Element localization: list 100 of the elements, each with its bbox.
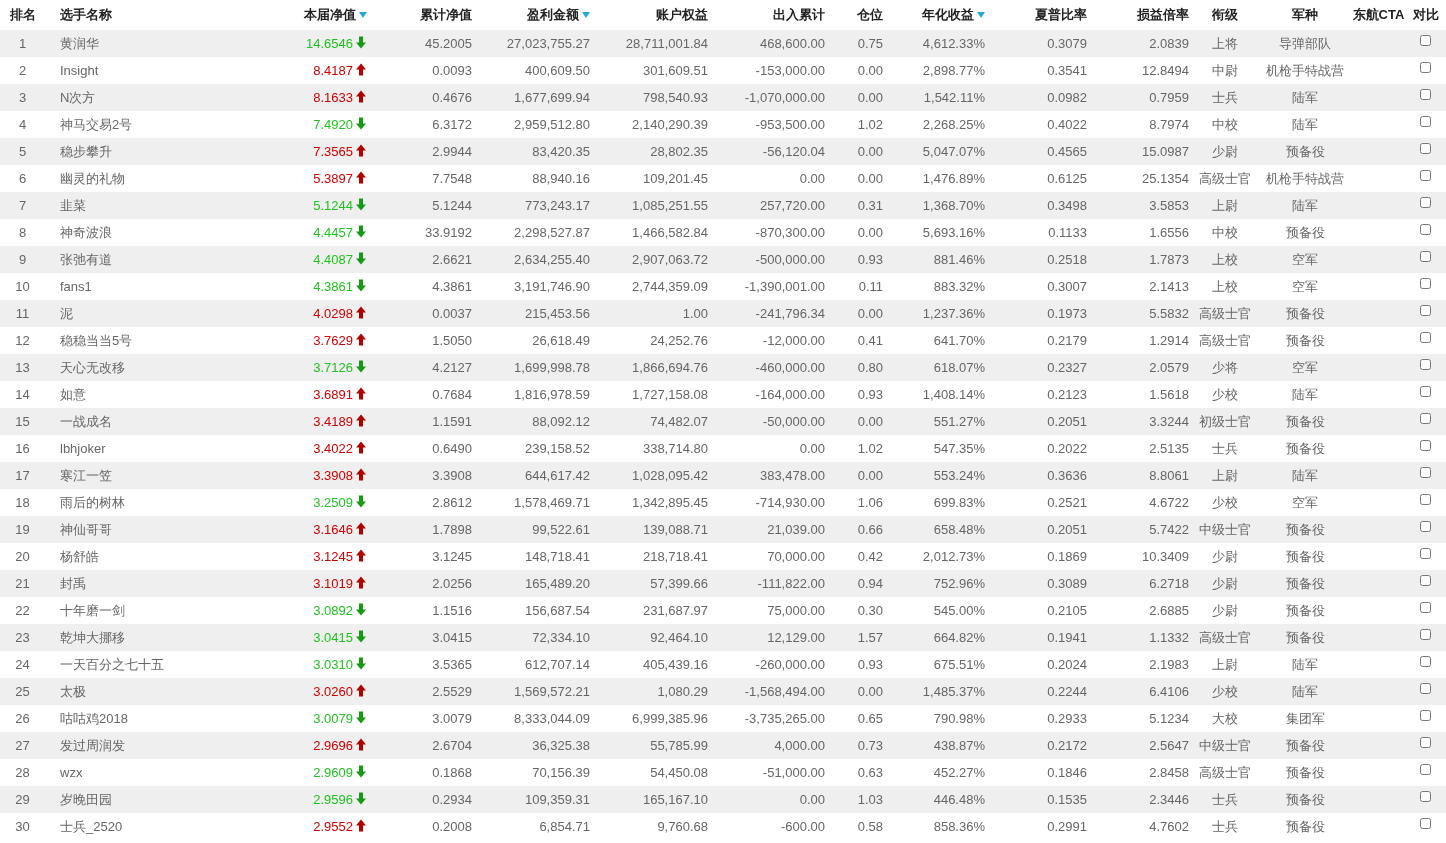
table-cell: 773,243.17	[524, 198, 590, 213]
compare-checkbox[interactable]	[1420, 116, 1431, 127]
table-cell: 545.00%	[933, 603, 985, 618]
compare-checkbox[interactable]	[1420, 143, 1431, 154]
column-header[interactable]: 年化收益	[922, 6, 974, 24]
table-cell: 26,618.49	[532, 333, 590, 348]
compare-checkbox[interactable]	[1420, 818, 1431, 829]
table-cell: 上校	[1212, 277, 1238, 296]
rank-text: 1	[18, 36, 27, 51]
compare-checkbox[interactable]	[1420, 413, 1431, 424]
compare-checkbox[interactable]	[1420, 629, 1431, 640]
table-cell: 5.1244	[432, 198, 472, 213]
compare-checkbox[interactable]	[1420, 467, 1431, 478]
compare-checkbox[interactable]	[1420, 575, 1431, 586]
table-cell: 上校	[1212, 250, 1238, 269]
compare-checkbox[interactable]	[1420, 440, 1431, 451]
table-cell: 3.1245	[432, 549, 472, 564]
net-value-text: 4.3861	[313, 279, 353, 294]
rank-text: 15	[15, 414, 30, 429]
table-cell: 88,092.12	[532, 414, 590, 429]
table-cell: 0.1869	[1047, 549, 1087, 564]
compare-checkbox[interactable]	[1420, 332, 1431, 343]
table-cell: 2.1983	[1149, 657, 1189, 672]
compare-checkbox[interactable]	[1420, 170, 1431, 181]
table-cell: 0.7684	[432, 387, 472, 402]
table-cell: 1,408.14%	[922, 387, 985, 402]
table-cell: 75,000.00	[767, 603, 825, 618]
net-value-text: 2.9609	[313, 765, 353, 780]
table-cell: 大校	[1212, 709, 1238, 728]
compare-checkbox[interactable]	[1420, 35, 1431, 46]
net-value-text: 3.1646	[313, 522, 353, 537]
table-cell: 0.4022	[1047, 117, 1087, 132]
compare-checkbox[interactable]	[1420, 548, 1431, 559]
player-name: N次方	[60, 88, 96, 107]
table-cell: 468,600.00	[759, 36, 825, 51]
table-cell: 6.2718	[1149, 576, 1189, 591]
column-header[interactable]: 本届净值	[304, 6, 356, 24]
player-name: wzx	[60, 765, 83, 780]
compare-checkbox[interactable]	[1420, 737, 1431, 748]
compare-checkbox[interactable]	[1420, 197, 1431, 208]
rank-text: 6	[18, 171, 27, 186]
player-name: 岁晚田园	[60, 790, 112, 809]
player-name: 一天百分之七十五	[60, 655, 164, 674]
table-cell: 少校	[1212, 493, 1238, 512]
sort-icon[interactable]	[582, 12, 590, 18]
rank-text: 9	[18, 252, 27, 267]
rank-text: 28	[15, 765, 30, 780]
table-cell: 2.6704	[432, 738, 472, 753]
player-name: 幽灵的礼物	[60, 169, 125, 188]
compare-checkbox[interactable]	[1420, 359, 1431, 370]
table-cell: 0.30	[857, 603, 883, 618]
compare-checkbox[interactable]	[1420, 62, 1431, 73]
table-cell: 3.0415	[432, 630, 472, 645]
compare-checkbox[interactable]	[1420, 251, 1431, 262]
compare-checkbox[interactable]	[1420, 305, 1431, 316]
table-cell: 4.3861	[432, 279, 472, 294]
table-cell: 高级士官	[1199, 763, 1251, 782]
table-cell: 1,578,469.71	[514, 495, 590, 510]
compare-checkbox[interactable]	[1420, 656, 1431, 667]
table-cell: 2.5647	[1149, 738, 1189, 753]
table-cell: 438.87%	[933, 738, 985, 753]
column-header: 衔级	[1212, 6, 1238, 24]
table-cell: 55,785.99	[650, 738, 708, 753]
table-cell: 0.00	[799, 441, 825, 456]
table-cell: 2.5529	[432, 684, 472, 699]
table-cell: 0.2105	[1047, 603, 1087, 618]
compare-checkbox[interactable]	[1420, 683, 1431, 694]
table-cell: 2.6885	[1149, 603, 1189, 618]
rank-text: 3	[18, 90, 27, 105]
player-name: 神仙哥哥	[60, 520, 112, 539]
table-cell: 383,478.00	[759, 468, 825, 483]
table-cell: 0.6125	[1047, 171, 1087, 186]
table-cell: 0.3089	[1047, 576, 1087, 591]
table-cell: 0.2521	[1047, 495, 1087, 510]
rank-text: 11	[15, 306, 30, 321]
sort-icon[interactable]	[359, 12, 367, 18]
compare-checkbox[interactable]	[1420, 89, 1431, 100]
compare-checkbox[interactable]	[1420, 602, 1431, 613]
table-cell: 0.4565	[1047, 144, 1087, 159]
compare-checkbox[interactable]	[1420, 278, 1431, 289]
table-cell: 3,191,746.90	[514, 279, 590, 294]
sort-icon[interactable]	[977, 12, 985, 18]
table-cell: 预备役	[1285, 763, 1325, 782]
net-value-text: 8.4187	[313, 63, 353, 78]
table-cell: 0.80	[857, 360, 883, 375]
compare-checkbox[interactable]	[1420, 386, 1431, 397]
compare-checkbox[interactable]	[1420, 764, 1431, 775]
table-cell: 高级士官	[1199, 169, 1251, 188]
compare-checkbox[interactable]	[1420, 494, 1431, 505]
compare-checkbox[interactable]	[1420, 791, 1431, 802]
table-cell: 7.7548	[432, 171, 472, 186]
table-cell: 109,359.31	[524, 792, 590, 807]
table-cell: 1.00	[682, 306, 708, 321]
compare-checkbox[interactable]	[1420, 710, 1431, 721]
compare-checkbox[interactable]	[1420, 224, 1431, 235]
net-value-text: 3.0260	[313, 684, 353, 699]
column-header[interactable]: 盈利金额	[527, 6, 579, 24]
table-cell: 上尉	[1212, 655, 1238, 674]
net-value-text: 3.7629	[313, 333, 353, 348]
compare-checkbox[interactable]	[1420, 521, 1431, 532]
